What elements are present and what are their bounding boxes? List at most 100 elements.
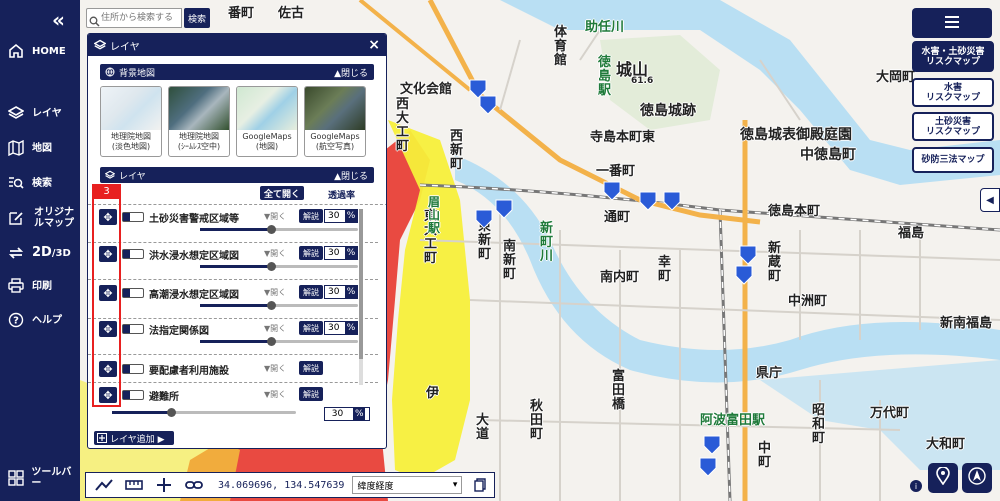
layer-list: ✥ 土砂災害警戒区域等 ▼開く 解説 30% ✥ 洪水浸水想定区域図 ▼開く 解…	[88, 204, 386, 410]
hamburger-icon	[944, 14, 960, 33]
ruler-icon[interactable]	[122, 474, 146, 496]
risk-map-label: 水害 リスクマップ	[925, 82, 980, 103]
basemap-thumb-google-aerial[interactable]: GoogleMaps (航空写真)	[304, 86, 366, 157]
coordinate-format-select[interactable]: 緯度経度	[352, 476, 463, 494]
sidebar-item-map[interactable]: 地図	[6, 135, 80, 161]
layer-toggle-switch[interactable]	[122, 288, 144, 298]
layer-opacity-field[interactable]: 30%	[324, 209, 358, 223]
layer-opacity-field[interactable]: 30%	[324, 321, 358, 335]
layer-opacity-field[interactable]: 30%	[324, 246, 358, 260]
layer-opacity-slider[interactable]	[200, 301, 358, 310]
right-panel-expand-icon[interactable]: ◀	[980, 188, 1000, 212]
compass-north-button[interactable]	[962, 463, 992, 493]
sidebar-item-toolbar[interactable]: ツールバー	[6, 465, 80, 491]
sidebar-item-label: ヘルプ	[32, 314, 62, 326]
sidebar-item-layers[interactable]: レイヤ	[6, 100, 80, 126]
map-label-terashima: 寺島本町東	[590, 130, 656, 145]
layer-name: 高潮浸水想定区域図	[149, 290, 239, 301]
map-label-akita: 秋田町	[530, 399, 544, 442]
layer-expand-toggle[interactable]: ▼開く	[264, 211, 286, 222]
sidebar-item-label: レイヤ	[32, 107, 62, 119]
basemap-thumb-seamless[interactable]: 地理院地図 (ｼｰﾑﾚｽ空中)	[168, 86, 230, 157]
map-label-bizan-station: 眉山駅	[428, 195, 441, 235]
map-label-shinmachi-river: 新町川	[540, 221, 554, 264]
layer-collapse-toggle[interactable]: ▲閉じる	[334, 169, 368, 182]
search-input[interactable]	[86, 8, 182, 28]
map-label-i: 伊	[426, 386, 440, 401]
layer-expand-toggle[interactable]: ▼開く	[264, 363, 286, 374]
location-pin-button[interactable]	[928, 463, 958, 493]
layer-opacity-slider[interactable]	[200, 337, 358, 346]
layer-toggle-switch[interactable]	[122, 390, 144, 400]
link-icon[interactable]	[182, 474, 206, 496]
percent-unit: %	[345, 286, 357, 298]
risk-map-water-button[interactable]: 水害 リスクマップ	[912, 78, 994, 107]
layer-description-button[interactable]: 解説	[299, 246, 323, 260]
slider-knob[interactable]	[267, 262, 277, 271]
map-label-yaonoue: 幸町	[658, 255, 672, 284]
layer-description-button[interactable]: 解説	[299, 361, 323, 375]
layer-toggle-switch[interactable]	[122, 364, 144, 374]
layer-expand-toggle[interactable]: ▼開く	[264, 248, 286, 259]
sidebar-item-home[interactable]: HOME	[6, 38, 80, 64]
slider-knob[interactable]	[267, 225, 277, 234]
basemap-thumbnails: 地理院地図 (淡色地図) 地理院地図 (ｼｰﾑﾚｽ空中) GoogleMaps (地図…	[100, 86, 386, 157]
menu-button[interactable]	[912, 8, 992, 38]
add-layer-label: レイヤ追加 ▶	[110, 434, 165, 445]
layer-name: 洪水浸水想定区域図	[149, 251, 239, 262]
layer-expand-toggle[interactable]: ▼開く	[264, 323, 286, 334]
overall-opacity-slider[interactable]	[112, 408, 296, 417]
layer-description-button[interactable]: 解説	[299, 209, 323, 223]
basemap-thumb-caption: 地理院地図 (ｼｰﾑﾚｽ空中)	[177, 132, 221, 151]
slider-fill	[200, 340, 272, 343]
layer-toggle-switch[interactable]	[122, 212, 144, 222]
address-search: 検索	[86, 8, 210, 28]
basemap-section-header[interactable]: 背景地図 ▲閉じる	[100, 64, 374, 80]
map-label-shin-minamifuku: 新南福島	[940, 316, 993, 331]
measure-line-icon[interactable]	[92, 474, 116, 496]
basemap-thumb-google-map[interactable]: GoogleMaps (地図)	[236, 86, 298, 157]
sidebar-item-original-map[interactable]: オリジナルマップ	[6, 203, 80, 233]
slider-knob[interactable]	[267, 337, 277, 346]
sabo-three-laws-map-button[interactable]: 砂防三法マップ	[912, 147, 994, 173]
layer-section-title: レイヤ	[119, 171, 146, 182]
map-label-tomida: 富田橋	[612, 369, 626, 412]
risk-map-water-sediment-button[interactable]: 水害・土砂災害 リスクマップ	[912, 41, 994, 72]
sidebar-item-search[interactable]: 検索	[6, 170, 80, 196]
slider-knob[interactable]	[267, 301, 277, 310]
layer-opacity-field[interactable]: 30%	[324, 285, 358, 299]
layer-row: ✥ 土砂災害警戒区域等 ▼開く 解説 30%	[88, 209, 378, 243]
info-icon[interactable]: i	[910, 480, 922, 492]
layer-section-header[interactable]: レイヤ ▲閉じる	[100, 167, 374, 183]
layer-opacity-slider[interactable]	[200, 225, 358, 234]
layer-panel: レイヤ × 背景地図 ▲閉じる 地理院地図 (淡色地図) 地理院地図 (ｼｰﾑﾚｽ空…	[87, 33, 387, 449]
layer-opacity-value: 30	[328, 287, 340, 297]
sidebar-item-help[interactable]: ? ヘルプ	[6, 307, 80, 333]
sidebar-collapse-button[interactable]: «	[52, 8, 65, 32]
layer-expand-toggle[interactable]: ▼開く	[264, 287, 286, 298]
overall-opacity-field[interactable]: 30%	[324, 407, 370, 421]
scrollbar-thumb[interactable]	[359, 209, 363, 359]
layer-description-button[interactable]: 解説	[299, 387, 323, 401]
sidebar-item-2d3d[interactable]: 2D/3D	[6, 240, 80, 266]
layer-toggle-switch[interactable]	[122, 324, 144, 334]
layer-list-scrollbar[interactable]	[359, 209, 363, 385]
overall-opacity: 30%	[112, 407, 372, 421]
add-layer-button[interactable]: レイヤ追加 ▶	[94, 431, 174, 445]
layer-toggle-switch[interactable]	[122, 249, 144, 259]
risk-map-sediment-button[interactable]: 土砂災害 リスクマップ	[912, 112, 994, 141]
close-icon[interactable]: ×	[368, 37, 380, 53]
river-shinmachi	[455, 155, 1000, 383]
layer-expand-toggle[interactable]: ▼開く	[264, 389, 286, 400]
sidebar-item-print[interactable]: 印刷	[6, 273, 80, 299]
open-all-button[interactable]: 全て開く	[260, 186, 304, 200]
crosshair-icon[interactable]	[152, 474, 176, 496]
copy-icon[interactable]	[468, 474, 492, 496]
layer-opacity-slider[interactable]	[200, 262, 358, 271]
search-button[interactable]: 検索	[184, 8, 210, 28]
basemap-collapse-toggle[interactable]: ▲閉じる	[334, 66, 368, 79]
slider-knob[interactable]	[166, 408, 176, 417]
layer-description-button[interactable]: 解説	[299, 285, 323, 299]
layer-description-button[interactable]: 解説	[299, 321, 323, 335]
basemap-thumb-pale[interactable]: 地理院地図 (淡色地図)	[100, 86, 162, 157]
